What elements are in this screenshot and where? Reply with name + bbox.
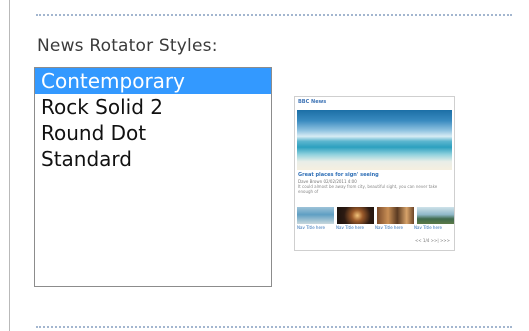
preview-thumb-2	[337, 207, 374, 224]
preview-main-image	[297, 110, 452, 170]
bottom-divider	[36, 326, 512, 328]
top-divider	[36, 14, 512, 16]
style-option-round-dot[interactable]: Round Dot	[35, 120, 271, 146]
styles-listbox[interactable]: Contemporary Rock Solid 2 Round Dot Stan…	[34, 67, 272, 287]
preview-thumb-3	[377, 207, 414, 224]
preview-thumb-4	[417, 207, 454, 224]
style-option-rock-solid-2[interactable]: Rock Solid 2	[35, 94, 271, 120]
preview-thumbnail-strip	[297, 207, 454, 224]
style-option-standard[interactable]: Standard	[35, 146, 271, 172]
preview-title: BBC News	[298, 99, 327, 105]
preview-caption-1: Nav Title here	[297, 225, 325, 230]
style-preview-thumbnail: BBC News Great places for sign' seeing D…	[294, 96, 455, 251]
preview-caption-4: Nav Title here	[414, 225, 442, 230]
preview-headline: Great places for sign' seeing	[298, 172, 379, 178]
style-option-contemporary[interactable]: Contemporary	[35, 68, 271, 94]
preview-body: It could almost be away from city, beaut…	[298, 184, 438, 194]
preview-thumb-captions: Nav Title here Nav Title here Nav Title he…	[297, 225, 454, 230]
news-rotator-styles-label: News Rotator Styles:	[37, 36, 218, 56]
preview-caption-2: Nav Title here	[336, 225, 364, 230]
left-border	[9, 0, 10, 331]
preview-thumb-1	[297, 207, 334, 224]
preview-caption-3: Nav Title here	[375, 225, 403, 230]
preview-pager: << 1/4 >>| >>>	[414, 238, 450, 243]
